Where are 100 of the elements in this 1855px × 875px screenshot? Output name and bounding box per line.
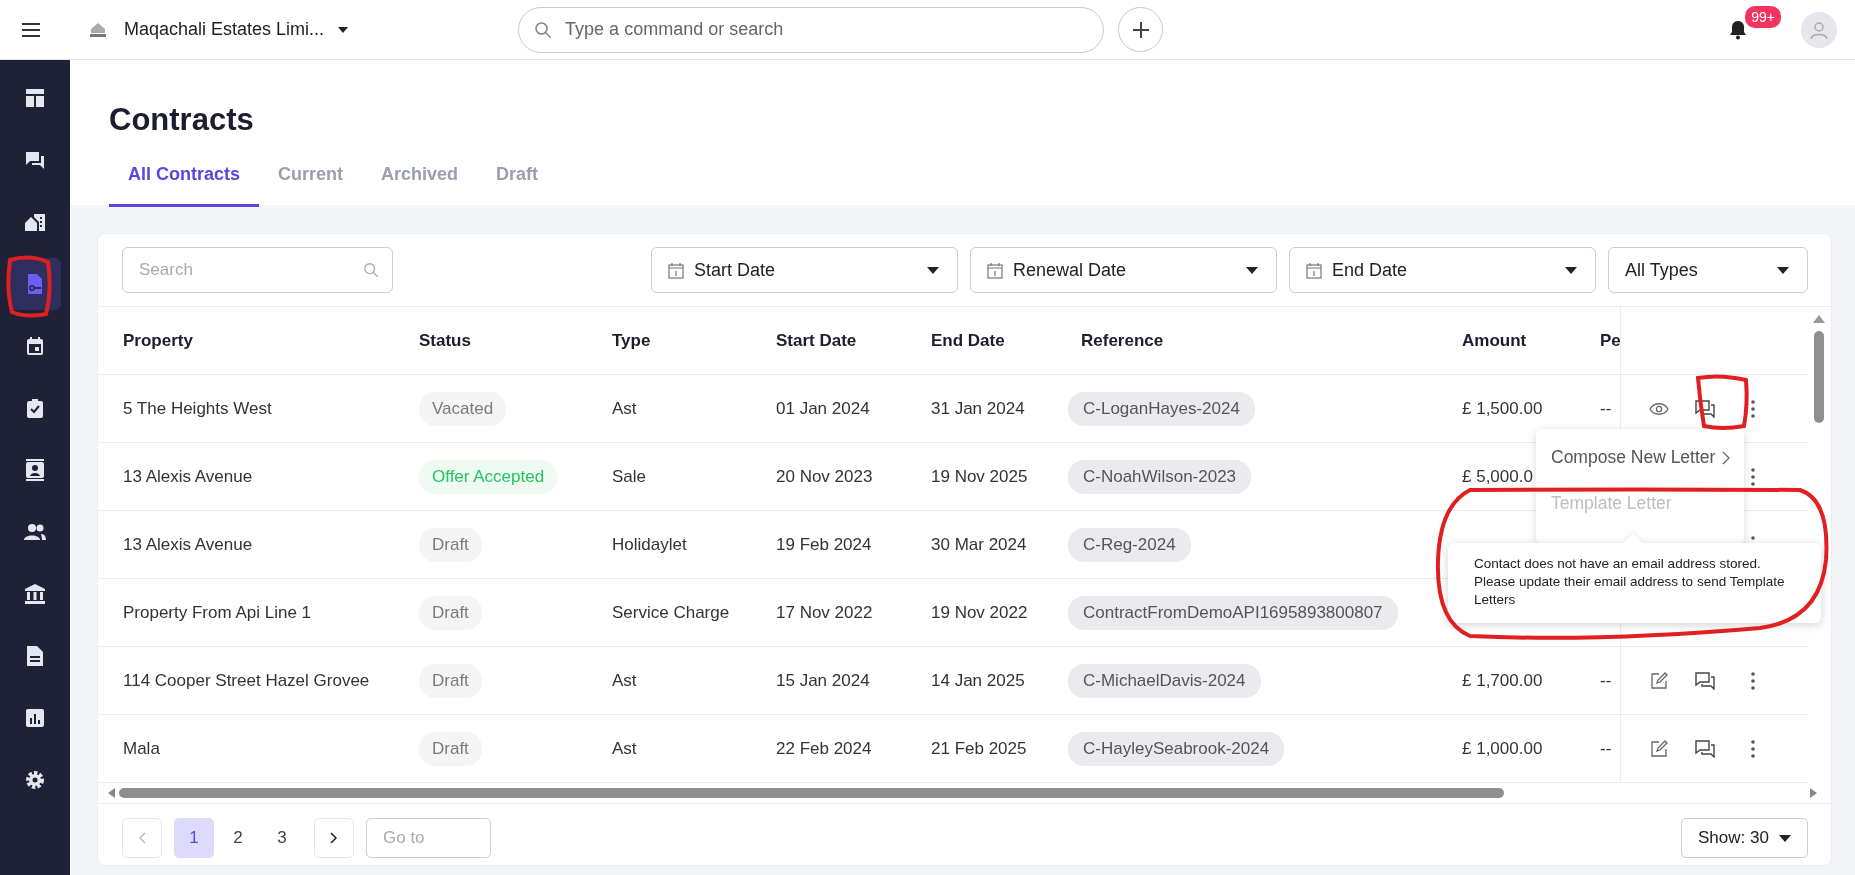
- layout-icon: [25, 88, 45, 108]
- page-button[interactable]: 1: [174, 818, 214, 858]
- column-header: Amount: [1462, 330, 1528, 351]
- command-search-field[interactable]: Type a command or search: [518, 6, 1105, 53]
- table-cell-text: 21 Feb 2025: [931, 738, 1028, 759]
- scroll-right-arrow-icon[interactable]: [1810, 788, 1817, 798]
- page-button[interactable]: 2: [218, 818, 258, 858]
- table-cell-text: 13 Alexis Avenue: [122, 534, 254, 555]
- filter-dropdown[interactable]: All Types: [1608, 247, 1808, 293]
- table-cell-text: 19 Nov 2022: [931, 602, 1029, 623]
- organization-selector[interactable]: Maqachali Estates Limi...: [124, 19, 349, 40]
- caret-icon: [1777, 266, 1789, 274]
- table-cell: --: [1600, 398, 1612, 418]
- table-cell-text: Ast: [612, 398, 638, 419]
- calendar-icon: [987, 261, 1003, 279]
- table-cell-text: 19 Feb 2024: [776, 534, 873, 555]
- table-cell-text: Ast: [612, 738, 638, 759]
- status-tag: Vacated: [419, 391, 507, 426]
- calendar-icon: [1306, 261, 1322, 279]
- more-icon: [1751, 671, 1756, 690]
- tab[interactable]: All Contracts: [109, 148, 260, 207]
- reference-tag: C-NoahWilson-2023: [1068, 459, 1252, 494]
- reference-tag: ContractFromDemoAPI1695893800807: [1068, 595, 1398, 630]
- column-header: Type: [612, 330, 652, 351]
- column-header: End Date: [931, 330, 1006, 351]
- calendar-icon: [25, 336, 45, 356]
- reference-tag: C-HayleySeabrook-2024: [1068, 731, 1285, 766]
- person-icon: [1809, 19, 1829, 40]
- status-tag: Draft: [419, 663, 482, 698]
- more-icon: [1751, 739, 1756, 758]
- file-icon: [26, 645, 44, 667]
- filter-dropdown[interactable]: Renewal Date: [970, 247, 1277, 293]
- go-to-page-field[interactable]: Go to: [366, 818, 491, 858]
- table-cell-text: Ast: [612, 670, 638, 691]
- amount-cell: £ 1,000.00: [1462, 738, 1543, 758]
- amount-cell: £ 1,700.00: [1462, 670, 1543, 690]
- scroll-left-arrow-icon[interactable]: [108, 788, 115, 798]
- chat-icon: [25, 150, 45, 170]
- column-header: Pe: [1600, 330, 1621, 351]
- search-icon: [534, 20, 553, 39]
- table-cell-text: 114 Cooper Street Hazel Grovee: [122, 670, 371, 691]
- more-icon: [1751, 399, 1756, 418]
- scroll-up-arrow-icon[interactable]: [1813, 315, 1825, 323]
- table-cell: --: [1600, 670, 1612, 690]
- clipboard-check-icon: [25, 398, 45, 418]
- table-cell-text: 15 Jan 2024: [776, 670, 871, 691]
- table-cell-text: 5 The Heights West: [122, 398, 273, 419]
- settings-icon: [25, 770, 45, 790]
- reference-tag: C-Reg-2024: [1068, 527, 1191, 562]
- table-cell-text: 14 Jan 2025: [931, 670, 1026, 691]
- notification-badge: 99+: [1745, 6, 1781, 28]
- table-cell-text: 01 Jan 2024: [776, 398, 871, 419]
- search-icon: [363, 262, 379, 278]
- edit-icon: [1650, 671, 1669, 690]
- edit-icon: [1650, 739, 1669, 758]
- document-key-icon: [25, 273, 45, 295]
- reference-tag: C-MichaelDavis-2024: [1068, 663, 1261, 698]
- status-tag: Draft: [419, 527, 482, 562]
- plus-icon: [1131, 20, 1150, 39]
- column-header: Status: [419, 330, 472, 351]
- table-cell-text: 19 Nov 2025: [931, 466, 1029, 487]
- column-header: Reference: [1081, 330, 1165, 351]
- page-button[interactable]: 3: [262, 818, 302, 858]
- chevron-left-icon: [138, 832, 146, 844]
- caret-icon: [927, 266, 939, 274]
- table-cell-text: Mala: [122, 738, 161, 759]
- search-field[interactable]: Search: [122, 247, 393, 293]
- column-header: Start Date: [776, 330, 858, 351]
- amount-cell: £ 1,500.00: [1462, 398, 1543, 418]
- table-cell-text: 13 Alexis Avenue: [122, 466, 254, 487]
- table-cell: --: [1600, 738, 1612, 758]
- bell-icon: [1729, 19, 1748, 40]
- house-logo-icon: [88, 21, 108, 38]
- table-cell-text: 22 Feb 2024: [776, 738, 873, 759]
- caret-icon: [1778, 834, 1791, 842]
- chevron-right-icon: [1722, 450, 1730, 465]
- calendar-icon: [668, 261, 684, 279]
- chat-icon: [1695, 739, 1716, 758]
- table-cell-text: 31 Jan 2024: [931, 398, 1026, 419]
- caret-icon: [1246, 266, 1258, 274]
- chat-icon: [1695, 671, 1716, 690]
- table-cell-text: Property From Api Line 1: [122, 602, 313, 623]
- amount-cell: £ 5,000.0: [1462, 466, 1533, 486]
- page-title: Contracts: [109, 101, 255, 139]
- filter-dropdown[interactable]: Start Date: [651, 247, 958, 293]
- chat-icon: [1695, 399, 1716, 418]
- table-cell-text: 17 Nov 2022: [776, 602, 874, 623]
- caret-icon: [1565, 266, 1577, 274]
- status-tag: Offer Accepted: [419, 459, 558, 494]
- filter-dropdown[interactable]: End Date: [1289, 247, 1596, 293]
- table-cell-text: Service Charge: [612, 602, 731, 623]
- menu-icon: [22, 22, 40, 37]
- table-cell-text: Holidaylet: [612, 534, 688, 555]
- scroll-thumb[interactable]: [1814, 331, 1824, 423]
- people-icon: [23, 523, 47, 541]
- page-size-dropdown[interactable]: Show: 30: [1681, 818, 1808, 858]
- bar-chart-icon: [25, 708, 45, 728]
- buildings-icon: [24, 212, 46, 232]
- column-header: Property: [122, 330, 194, 351]
- menu-item[interactable]: Compose New Letter: [1536, 435, 1744, 481]
